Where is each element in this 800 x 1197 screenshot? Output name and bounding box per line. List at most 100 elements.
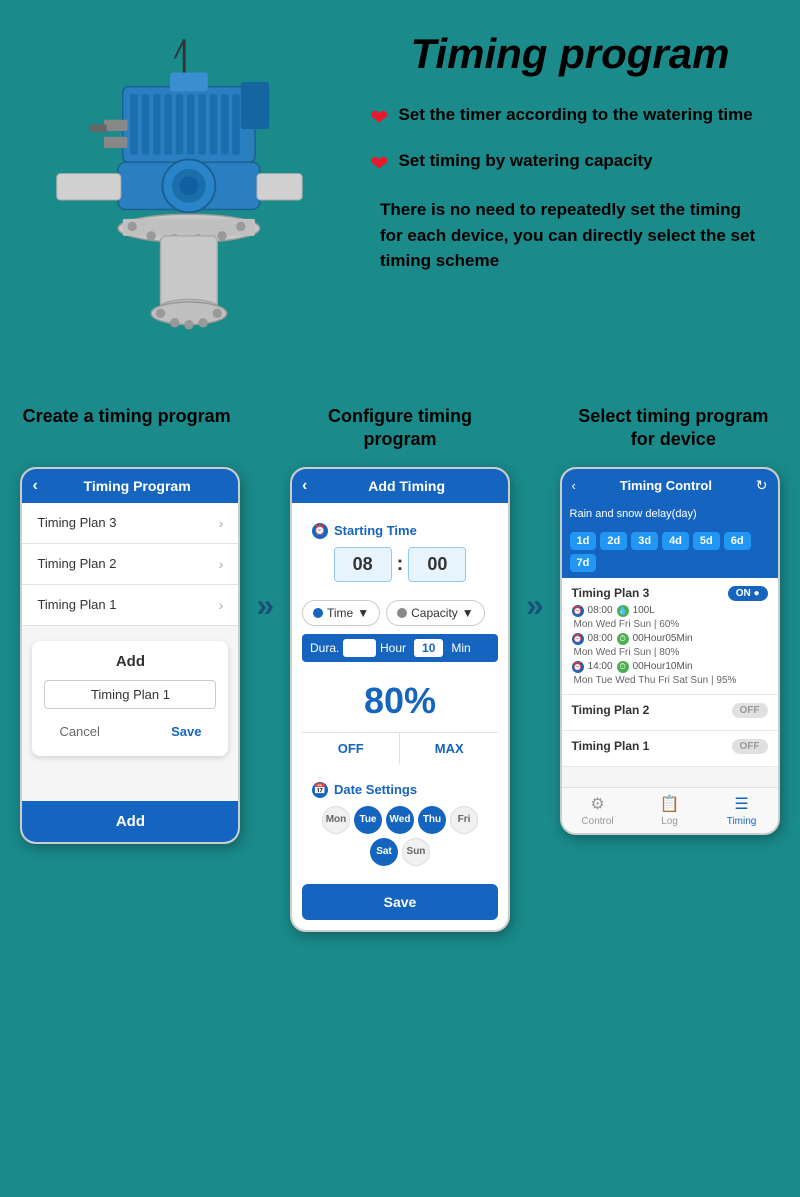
days-row: Mon Tue Wed Thu Fri Sat Sun [312,806,488,866]
schedule-3-days: Mon Tue Wed Thu Fri Sat Sun | 95% [572,675,768,686]
capacity-mode-btn[interactable]: Capacity ▼ [386,600,485,626]
footer-tab-timing[interactable]: ☰ Timing [706,794,778,827]
plan1-item: Timing Plan 1 OFF [562,731,778,767]
add-dialog: Add Timing Plan 1 Cancel Save [32,641,228,756]
clock-icon-2: ⏰ [572,633,584,645]
timing-label: Timing [727,816,757,827]
time-colon: : [397,553,404,576]
schedule-3-cap: 00Hour10Min [633,661,693,672]
bottom-section: Create a timing program Configure timing… [0,395,800,952]
feature-text-2: Set timing by watering capacity [398,149,652,173]
day-sun[interactable]: Sun [402,838,430,866]
double-arrow-1: » [256,587,274,624]
control-label: Control [581,816,613,827]
minute-box[interactable]: 00 [408,547,466,582]
arrow-1-wrapper: » [256,467,274,624]
cancel-button[interactable]: Cancel [44,719,114,744]
duration-value [343,639,376,657]
log-icon: 📋 [660,794,680,814]
plan3-toggle[interactable]: ON ● [728,586,768,601]
delay-6d[interactable]: 6d [724,532,751,550]
double-arrow-2: » [526,587,544,624]
cap-icon-3: ⏱ [617,661,629,673]
time-dot [313,608,323,618]
clock-icon-3: ⏰ [572,661,584,673]
dialog-buttons: Cancel Save [44,719,216,744]
schedule-2-days: Mon Wed Fri Sun | 80% [572,647,768,658]
day-fri[interactable]: Fri [450,806,478,834]
day-wed[interactable]: Wed [386,806,414,834]
device-image-container [20,30,360,375]
starting-time-section: ⏰ Starting Time 08 : 00 [302,513,498,592]
list-item-plan3[interactable]: Timing Plan 3 › [22,503,238,544]
phone-2-title: Add Timing [315,478,498,494]
device-illustration [20,30,320,370]
off-button[interactable]: OFF [302,733,401,764]
feature-item-1: ❤ Set the timer according to the waterin… [370,103,770,131]
cap-icon-1: 💧 [617,605,629,617]
delay-5d[interactable]: 5d [693,532,720,550]
refresh-icon[interactable]: ↻ [756,477,768,494]
phone-3-header: ‹ Timing Control ↻ [562,469,778,502]
phone-1-footer-add[interactable]: Add [22,801,238,842]
plan3-header-row: Timing Plan 3 ON ● [572,586,768,601]
footer-tab-log[interactable]: 📋 Log [634,794,706,827]
dialog-input[interactable]: Timing Plan 1 [44,680,216,709]
time-display: 08 : 00 [312,547,488,582]
heart-icon-1: ❤ [370,105,388,131]
plan2-label: Timing Plan 2 [37,556,116,571]
plan3-schedule-1: ⏰ 08:00 💧 100L [572,605,768,617]
back-arrow-2[interactable]: ‹ [302,477,307,495]
plan2-header-row: Timing Plan 2 OFF [572,703,768,718]
description-text: There is no need to repeatedly set the t… [370,197,770,274]
starting-time-header: ⏰ Starting Time [312,523,488,539]
schedule-3-time: 14:00 [588,661,613,672]
max-button[interactable]: MAX [400,733,498,764]
time-mode-btn[interactable]: Time ▼ [302,600,380,626]
plan2-toggle[interactable]: OFF [732,703,768,718]
off-max-row: OFF MAX [302,732,498,764]
top-section: Timing program ❤ Set the timer according… [0,0,800,395]
delay-4d[interactable]: 4d [662,532,689,550]
page-title: Timing program [370,30,770,78]
duration-label: Dura. [310,641,339,655]
starting-time-label: Starting Time [334,523,417,538]
delay-7d[interactable]: 7d [570,554,597,572]
day-thu[interactable]: Thu [418,806,446,834]
mode-dropdown-icon: ▼ [357,606,369,620]
cap-icon-2: ⏱ [617,633,629,645]
list-item-plan2[interactable]: Timing Plan 2 › [22,544,238,585]
steps-row: Create a timing program Configure timing… [10,405,790,452]
phone-3-title: Timing Control [576,478,756,493]
back-arrow-1[interactable]: ‹ [32,477,37,495]
clock-icon-1: ⏰ [572,605,584,617]
plan1-header-row: Timing Plan 1 OFF [572,739,768,754]
save-button[interactable]: Save [156,719,216,744]
day-tue[interactable]: Tue [354,806,382,834]
footer-tab-control[interactable]: ⚙ Control [562,794,634,827]
phone-3: ‹ Timing Control ↻ Rain and snow delay(d… [560,467,780,835]
plan3-item: Timing Plan 3 ON ● ⏰ 08:00 💧 100L Mon We… [562,578,778,695]
delay-2d[interactable]: 2d [600,532,627,550]
hour-box[interactable]: 08 [334,547,392,582]
step-col-2: Configure timing program [293,405,506,452]
date-section: 📅 Date Settings Mon Tue Wed Thu Fri Sat … [302,772,498,876]
mode-row: Time ▼ Capacity ▼ [302,600,498,626]
timing-icon: ☰ [734,794,748,814]
day-mon[interactable]: Mon [322,806,350,834]
clock-section-icon: ⏰ [312,523,328,539]
plan1-toggle[interactable]: OFF [732,739,768,754]
date-section-icon: 📅 [312,782,328,798]
plan3-name: Timing Plan 3 [572,586,650,600]
day-sat[interactable]: Sat [370,838,398,866]
list-item-plan1[interactable]: Timing Plan 1 › [22,585,238,626]
feature-item-2: ❤ Set timing by watering capacity [370,149,770,177]
phone2-save-button[interactable]: Save [302,884,498,920]
delay-1d[interactable]: 1d [570,532,597,550]
phone-1: ‹ Timing Program Timing Plan 3 › Timing … [20,467,240,844]
schedule-1-days: Mon Wed Fri Sun | 60% [572,619,768,630]
control-icon: ⚙ [590,794,604,814]
plan1-label: Timing Plan 1 [37,597,116,612]
delay-3d[interactable]: 3d [631,532,658,550]
feature-text-1: Set the timer according to the watering … [398,103,752,127]
